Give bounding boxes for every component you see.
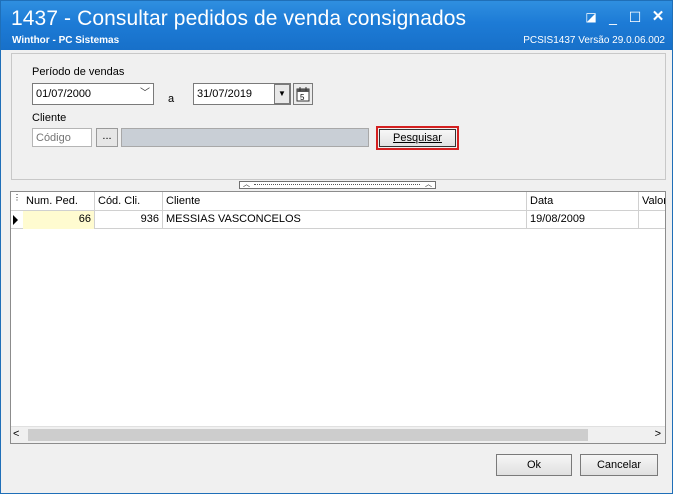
column-header-valor[interactable]: Valor bbox=[639, 192, 665, 211]
svg-text:5: 5 bbox=[300, 93, 305, 102]
row-indicator-icon bbox=[13, 215, 18, 225]
horizontal-scrollbar[interactable]: < > bbox=[11, 426, 665, 443]
search-button[interactable]: Pesquisar bbox=[379, 129, 456, 147]
period-label: Período de vendas bbox=[32, 66, 125, 78]
window-title: 1437 - Consultar pedidos de venda consig… bbox=[11, 7, 467, 30]
main-window: 1437 - Consultar pedidos de venda consig… bbox=[0, 0, 673, 494]
ok-button[interactable]: Ok bbox=[496, 454, 572, 476]
column-header-cod-cli[interactable]: Cód. Cli. bbox=[95, 192, 163, 211]
ok-label: Ok bbox=[526, 459, 542, 471]
column-header-cliente[interactable]: Cliente bbox=[163, 192, 527, 211]
date-to-value: 31/07/2019 bbox=[197, 88, 253, 100]
chevron-up-icon[interactable]: ︿ bbox=[243, 181, 250, 188]
cell-valor[interactable] bbox=[639, 211, 665, 229]
cancel-button[interactable]: Cancelar bbox=[580, 454, 658, 476]
column-menu-icon[interactable]: ⋮ bbox=[13, 194, 21, 206]
panel-splitter[interactable]: ︿ ︿ bbox=[239, 181, 436, 189]
restore-icon[interactable]: ◪ bbox=[582, 8, 600, 26]
grid-header: ⋮ Num. Ped. Cód. Cli. Cliente Data Valor bbox=[11, 192, 665, 211]
client-code-input[interactable] bbox=[32, 128, 92, 147]
close-icon[interactable]: ✕ bbox=[649, 8, 667, 26]
date-from-value: 01/07/2000 bbox=[36, 88, 92, 100]
date-to-dropdown-icon[interactable]: ▼ bbox=[274, 84, 290, 104]
date-separator: a bbox=[168, 93, 175, 105]
client-name-field bbox=[121, 128, 369, 147]
chevron-up-icon[interactable]: ︿ bbox=[425, 181, 432, 188]
minimize-icon[interactable]: _ bbox=[604, 8, 622, 26]
search-highlight: Pesquisar bbox=[376, 126, 459, 150]
table-row[interactable]: 66 936 MESSIAS VASCONCELOS 19/08/2009 bbox=[11, 211, 665, 229]
client-lookup-button[interactable]: ... bbox=[96, 128, 118, 147]
version-info: PCSIS1437 Versão 29.0.06.002 bbox=[523, 35, 665, 46]
orders-grid[interactable]: ⋮ Num. Ped. Cód. Cli. Cliente Data Valor… bbox=[10, 191, 666, 444]
scroll-thumb[interactable] bbox=[28, 429, 588, 441]
calendar-icon[interactable]: 5 bbox=[293, 83, 313, 105]
scroll-left-icon[interactable]: < bbox=[13, 428, 19, 440]
maximize-icon[interactable]: ☐ bbox=[626, 8, 644, 26]
cancel-label: Cancelar bbox=[596, 459, 642, 471]
column-header-num-ped[interactable]: Num. Ped. bbox=[23, 192, 95, 211]
cell-cliente[interactable]: MESSIAS VASCONCELOS bbox=[163, 211, 527, 229]
title-bar[interactable]: 1437 - Consultar pedidos de venda consig… bbox=[1, 1, 672, 50]
scroll-right-icon[interactable]: > bbox=[655, 428, 661, 440]
chevron-down-icon[interactable]: ﹀ bbox=[140, 84, 150, 104]
client-label: Cliente bbox=[32, 112, 67, 124]
column-header-data[interactable]: Data bbox=[527, 192, 639, 211]
company-name: Winthor - PC Sistemas bbox=[12, 35, 120, 46]
cell-data[interactable]: 19/08/2009 bbox=[527, 211, 639, 229]
date-from-combo[interactable]: 01/07/2000 ﹀ bbox=[32, 83, 154, 105]
cell-num-ped[interactable]: 66 bbox=[23, 211, 95, 229]
cell-cod-cli[interactable]: 936 bbox=[95, 211, 163, 229]
